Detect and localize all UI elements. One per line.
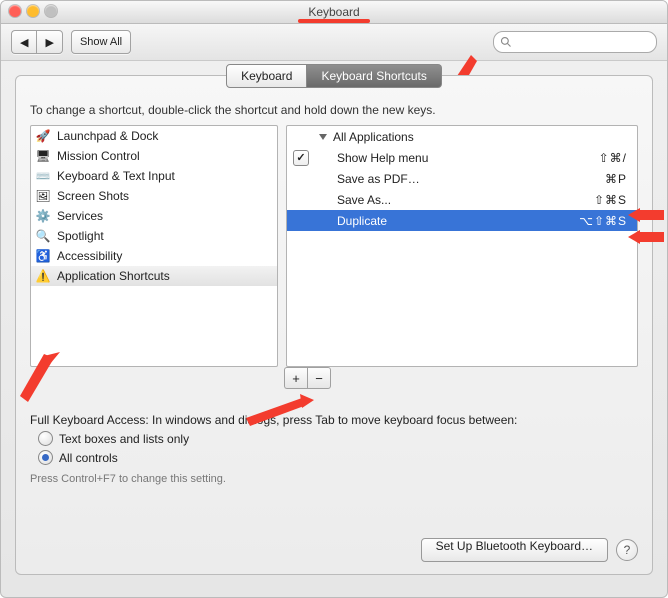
category-icon: 🚀 [35, 128, 51, 144]
help-button[interactable]: ? [616, 539, 638, 561]
annotation-arrow-icon [628, 228, 664, 248]
shortcut-name: Save as PDF… [333, 172, 605, 186]
shortcut-row[interactable]: Save as PDF…⌘P [287, 168, 637, 189]
category-icon: 🔍 [35, 228, 51, 244]
shortcut-name: Duplicate [333, 214, 579, 228]
category-label: Launchpad & Dock [57, 129, 158, 143]
tab-keyboard-shortcuts[interactable]: Keyboard Shortcuts [307, 64, 441, 88]
search-input[interactable] [516, 35, 650, 49]
titlebar[interactable]: Keyboard [1, 1, 667, 24]
nav-segmented: ◀ ▶ [11, 30, 63, 54]
shortcut-keys: ⌘P [605, 172, 637, 186]
toolbar: ◀ ▶ Show All [1, 24, 667, 61]
close-icon[interactable] [9, 5, 21, 17]
radio-label: All controls [59, 451, 118, 465]
annotation-arrow-icon [242, 386, 322, 426]
tab-keyboard[interactable]: Keyboard [226, 64, 307, 88]
search-icon [500, 36, 512, 48]
tab-bar: Keyboard Keyboard Shortcuts [226, 64, 442, 88]
category-icon: ⌨️ [35, 168, 51, 184]
shortcut-name: Show Help menu [333, 151, 599, 165]
forward-button[interactable]: ▶ [36, 30, 62, 54]
category-label: Keyboard & Text Input [57, 169, 175, 183]
annotation-arrow-icon [10, 352, 70, 422]
category-label: Spotlight [57, 229, 104, 243]
shortcut-keys: ⇧⌘/ [599, 151, 637, 165]
category-row[interactable]: ♿️ Accessibility [31, 246, 277, 266]
category-icon: 🖥 [35, 148, 51, 164]
category-icon: ⚠️ [35, 268, 51, 284]
category-label: Application Shortcuts [57, 269, 170, 283]
category-row[interactable]: ⌨️ Keyboard & Text Input [31, 166, 277, 186]
category-icon: ⚙️ [35, 208, 51, 224]
checkbox-icon[interactable]: ✓ [293, 150, 309, 166]
shortcut-group-row[interactable]: All Applications [287, 126, 637, 147]
search-field[interactable] [493, 31, 657, 53]
annotation-arrow-icon [628, 206, 664, 226]
instructions-text: To change a shortcut, double-click the s… [30, 103, 638, 117]
category-list[interactable]: 🚀 Launchpad & Dock 🖥 Mission Control ⌨️ Keybo… [30, 125, 278, 367]
shortcut-row[interactable]: ✓ Show Help menu⇧⌘/ [287, 147, 637, 168]
category-label: Services [57, 209, 103, 223]
hint-text: Press Control+F7 to change this setting. [30, 473, 638, 485]
traffic-lights [9, 5, 57, 17]
shortcut-row[interactable]: Save As...⇧⌘S [287, 189, 637, 210]
category-row[interactable]: 🚀 Launchpad & Dock [31, 126, 277, 146]
radio-icon [38, 431, 53, 446]
shortcut-list[interactable]: All Applications ✓ Show Help menu⇧⌘/ Save a… [286, 125, 638, 367]
category-icon: ♿️ [35, 248, 51, 264]
annotation-underline [298, 19, 370, 23]
category-label: Mission Control [57, 149, 140, 163]
radio-icon [38, 450, 53, 465]
category-row[interactable]: ⚙️ Services [31, 206, 277, 226]
category-row[interactable]: ⚠️ Application Shortcuts [31, 266, 277, 286]
chevron-down-icon [319, 134, 327, 140]
category-label: Screen Shots [57, 189, 129, 203]
setup-bluetooth-button[interactable]: Set Up Bluetooth Keyboard… [421, 538, 608, 562]
keyboard-prefs-window: Keyboard ◀ ▶ Show All Keyboard Keyboard … [0, 0, 668, 598]
shortcut-row[interactable]: Duplicate⌥⇧⌘S [287, 210, 637, 231]
category-label: Accessibility [57, 249, 122, 263]
radio-all-controls[interactable]: All controls [38, 450, 638, 465]
radio-label: Text boxes and lists only [59, 432, 189, 446]
category-row[interactable]: 🔍 Spotlight [31, 226, 277, 246]
group-label: All Applications [329, 130, 637, 144]
show-all-button[interactable]: Show All [71, 30, 131, 54]
footer: Set Up Bluetooth Keyboard… ? [421, 538, 638, 562]
category-row[interactable]: 🖼 Screen Shots [31, 186, 277, 206]
shortcut-keys: ⇧⌘S [594, 193, 637, 207]
category-row[interactable]: 🖥 Mission Control [31, 146, 277, 166]
main-panel: Keyboard Keyboard Shortcuts To change a … [15, 75, 653, 575]
shortcut-name: Save As... [333, 193, 594, 207]
window-title: Keyboard [308, 5, 359, 19]
minimize-icon[interactable] [27, 5, 39, 17]
zoom-icon[interactable] [45, 5, 57, 17]
category-icon: 🖼 [35, 188, 51, 204]
back-button[interactable]: ◀ [11, 30, 36, 54]
full-keyboard-access-label: Full Keyboard Access: In windows and dia… [30, 413, 638, 427]
radio-text-boxes[interactable]: Text boxes and lists only [38, 431, 638, 446]
